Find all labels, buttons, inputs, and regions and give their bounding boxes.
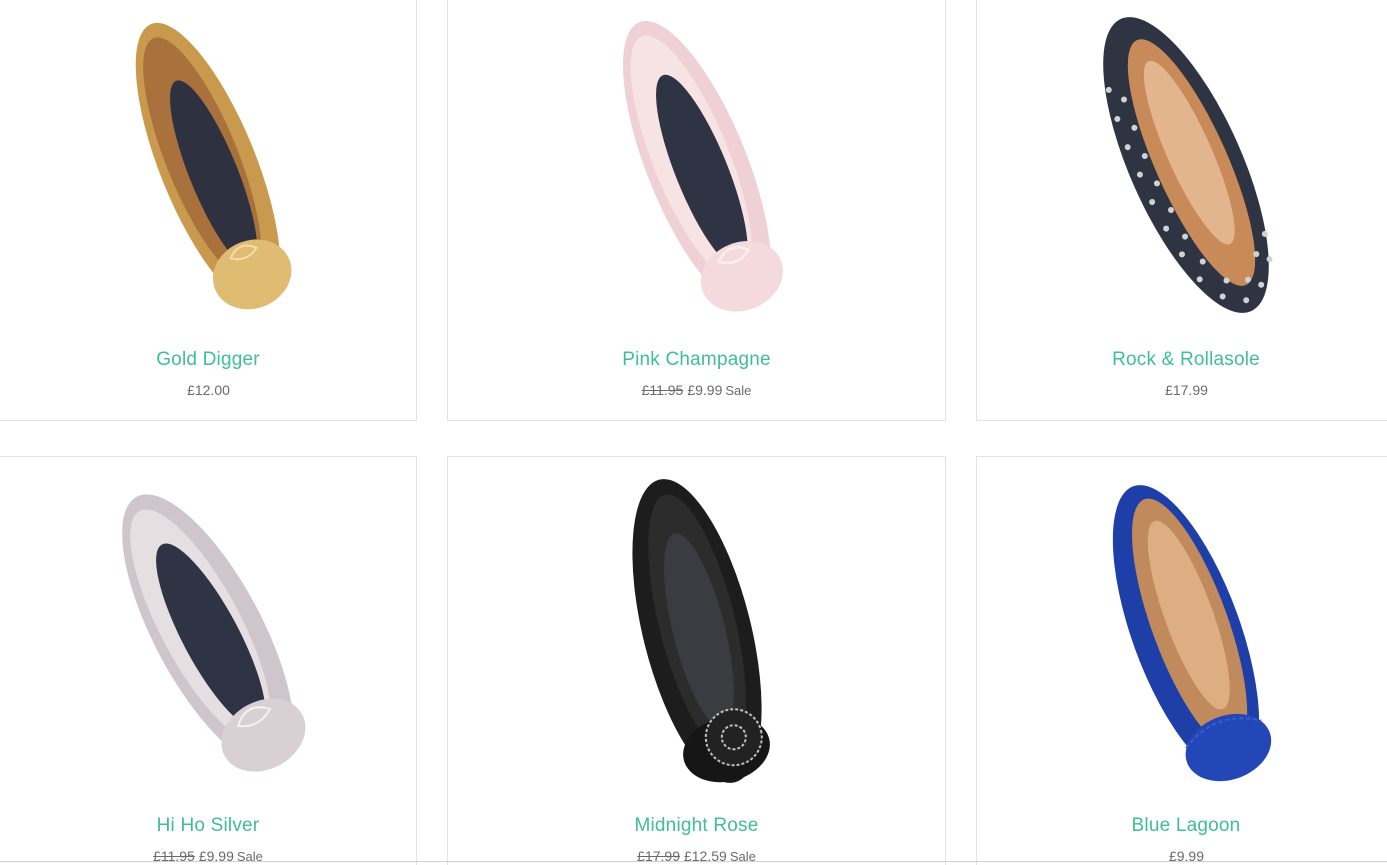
product-price: £11.95 £9.99 Sale [448,382,945,398]
product-card-blue-lagoon[interactable]: Blue Lagoon £9.99 [976,456,1387,865]
product-image[interactable] [0,471,416,801]
product-card-rock-rollasole[interactable]: Rock & Rollasole £17.99 [976,0,1387,421]
divider [0,861,1387,862]
product-image[interactable] [977,471,1387,801]
product-image[interactable] [0,0,416,330]
product-price: £12.00 [0,382,416,398]
product-name[interactable]: Blue Lagoon [977,815,1387,837]
product-name[interactable]: Gold Digger [0,349,416,371]
current-price: £9.99 [687,382,723,398]
product-price: £17.99 [977,382,1387,398]
product-name[interactable]: Hi Ho Silver [0,815,416,837]
product-card-pink-champagne[interactable]: Pink Champagne £11.95 £9.99 Sale [447,0,946,421]
product-grid: Gold Digger £12.00 Pink Champagne £11.95… [0,0,1387,865]
product-card-gold-digger[interactable]: Gold Digger £12.00 [0,0,417,421]
current-price: £12.00 [187,382,230,398]
product-image[interactable] [448,471,945,801]
sale-badge: Sale [725,383,752,398]
product-name[interactable]: Rock & Rollasole [977,349,1387,371]
current-price: £17.99 [1165,382,1208,398]
product-image[interactable] [448,0,945,330]
product-card-midnight-rose[interactable]: Midnight Rose £17.99 £12.59 Sale [447,456,946,865]
old-price: £11.95 [641,382,684,398]
product-image[interactable] [977,0,1387,330]
product-name[interactable]: Midnight Rose [448,815,945,837]
product-card-hi-ho-silver[interactable]: Hi Ho Silver £11.95 £9.99 Sale [0,456,417,865]
product-name[interactable]: Pink Champagne [448,349,945,371]
